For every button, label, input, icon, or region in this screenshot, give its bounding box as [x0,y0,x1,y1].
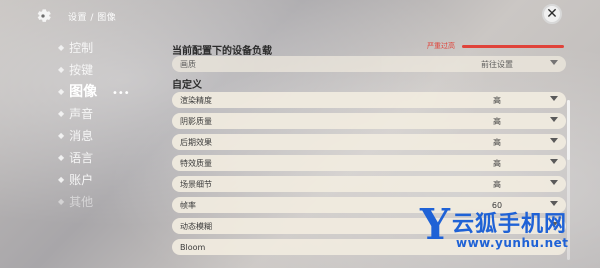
row-label: 特效质量 [180,158,212,168]
row-label: 动态模糊 [180,221,212,231]
top-bar: 设置 / 图像 ✕ [0,0,600,30]
chevron-down-icon [550,180,558,185]
setting-row-render-resolution[interactable]: 渲染精度 高 [172,92,566,108]
row-label: 画质 [180,59,196,69]
sidebar-item-account[interactable]: ◆ 账户 [58,170,93,188]
setting-row-post-processing[interactable]: 后期效果 高 [172,134,566,150]
setting-row-effects-quality[interactable]: 特效质量 高 [172,155,566,171]
preset-row[interactable]: 画质 前往设置 [172,56,566,72]
row-label: 帧率 [180,200,196,210]
row-value: 高 [493,179,501,189]
row-value: 高 [493,116,501,126]
sidebar-item-audio[interactable]: ◆ 声音 [58,104,93,122]
row-value: 高 [493,158,501,168]
row-label: 阴影质量 [180,116,212,126]
sidebar-item-label: 消息 [69,128,94,143]
sidebar-item-graphics[interactable]: ◆ 图像 [58,82,97,100]
sidebar-item-language[interactable]: ◆ 语言 [58,148,93,166]
row-value: 高 [493,137,501,147]
sidebar-item-label: 控制 [69,40,94,55]
sidebar-item-label: 账户 [69,172,94,187]
sidebar-item-controls[interactable]: ◆ 控制 [58,38,93,56]
row-value: 前往设置 [481,59,513,69]
sidebar-item-other[interactable]: ◆ 其他 [58,192,93,210]
gear-icon [37,9,51,22]
row-label: 渲染精度 [180,95,212,105]
sidebar-item-label: 声音 [69,106,94,121]
active-indicator-icon: ••• [112,88,130,99]
bullet-icon: ◆ [58,152,65,162]
watermark-name: 云狐手机网 [452,212,568,237]
bullet-icon: ◆ [58,86,65,96]
scrollbar-thumb[interactable] [567,100,570,160]
chevron-down-icon [550,117,558,122]
row-label: 场景细节 [180,179,212,189]
setting-row-shadow-quality[interactable]: 阴影质量 高 [172,113,566,129]
close-button[interactable]: ✕ [542,4,562,24]
chevron-down-icon [550,96,558,101]
sidebar-item-label: 语言 [69,150,94,165]
bullet-icon: ◆ [58,64,65,74]
bullet-icon: ◆ [58,42,65,52]
watermark-logo: Y [420,200,450,249]
row-label: 后期效果 [180,137,212,147]
setting-row-scene-detail[interactable]: 场景细节 高 [172,176,566,192]
bullet-icon: ◆ [58,174,65,184]
custom-title: 自定义 [172,80,202,91]
watermark-url: www.yunhu.net [456,236,569,250]
device-load-bar [462,45,564,48]
device-load-title: 当前配置下的设备负载 [172,46,272,57]
bullet-icon: ◆ [58,130,65,140]
chevron-down-icon [550,60,558,65]
bullet-icon: ◆ [58,108,65,118]
sidebar-item-label: 其他 [69,194,94,209]
bullet-icon: ◆ [58,196,65,206]
breadcrumb: 设置 / 图像 [68,13,117,23]
watermark: Y 云狐手机网 www.yunhu.net [420,198,595,264]
device-load-status: 严重过高 [427,42,455,50]
chevron-down-icon [550,138,558,143]
chevron-down-icon [550,159,558,164]
sidebar-item-label: 按键 [69,62,94,77]
row-value: 高 [493,95,501,105]
sidebar-item-label: 图像 [69,84,98,100]
row-label: Bloom [180,242,206,252]
sidebar-item-keys[interactable]: ◆ 按键 [58,60,93,78]
settings-screen: 设置 / 图像 ✕ ◆ 控制 ◆ 按键 ◆ 图像 ◆ 声音 ◆ 消息 ◆ 语言 [0,0,600,268]
sidebar-item-messages[interactable]: ◆ 消息 [58,126,93,144]
close-icon: ✕ [546,6,558,22]
